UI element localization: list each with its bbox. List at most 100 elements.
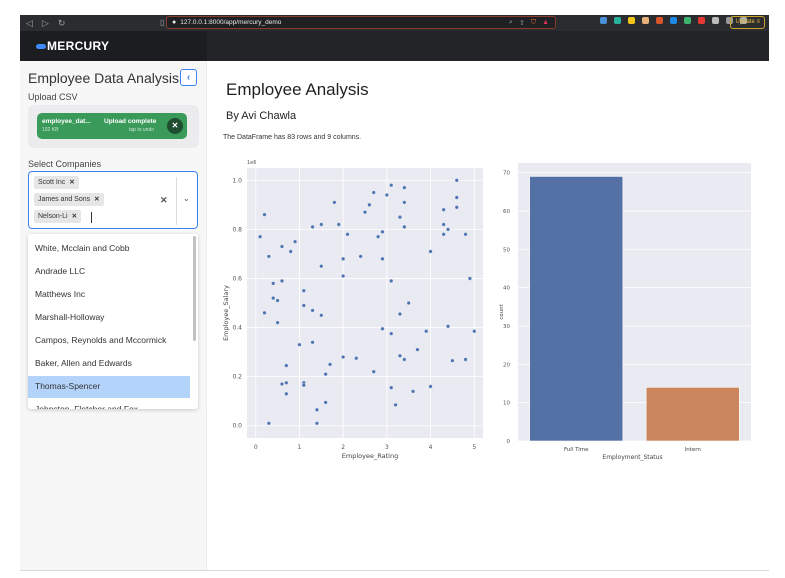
scatter-point [402, 224, 407, 229]
y-tick-label: 0 [507, 439, 511, 445]
scatter-point [428, 249, 433, 254]
clear-all-icon[interactable]: ✕ [160, 195, 168, 206]
address-bar[interactable]: ● 127.0.0.1:8000/app/mercury_demo ⌕ ⇧ ⛉ … [166, 16, 556, 29]
chip-remove-icon[interactable]: ✕ [94, 196, 99, 203]
chip-remove-icon[interactable]: ✕ [72, 213, 77, 220]
scatter-point [384, 193, 389, 197]
extension-icon[interactable] [684, 17, 691, 24]
option-item[interactable]: Marshall-Holloway [28, 307, 190, 329]
chevron-down-icon[interactable]: ⌄ [183, 194, 190, 203]
scatter-point [319, 264, 324, 269]
scatter-point [310, 224, 315, 229]
back-icon[interactable]: ◁ [26, 18, 33, 29]
scatter-point [280, 244, 284, 249]
y-tick-label: 20 [503, 362, 510, 368]
extension-icon[interactable] [670, 17, 677, 24]
dataframe-summary: The DataFrame has 83 rows and 9 columns. [223, 134, 362, 141]
scatter-point [301, 288, 306, 293]
select-companies-label: Select Companies [28, 159, 102, 169]
extension-icon[interactable] [656, 17, 663, 24]
extension-icon[interactable] [698, 17, 705, 24]
scatter-point [284, 380, 289, 385]
scatter-point [284, 363, 289, 368]
chip-label: James and Sons [38, 196, 91, 203]
scatter-point [371, 190, 376, 195]
plot-area [247, 168, 483, 438]
scatter-point [258, 234, 263, 239]
scatter-point [402, 185, 407, 190]
main-content: Employee Analysis By Avi Chawla The Data… [207, 61, 769, 571]
scatter-point [398, 353, 402, 358]
remove-file-button[interactable]: ✕ [167, 118, 183, 134]
option-item[interactable]: Matthews Inc [28, 284, 190, 306]
extension-icon[interactable] [712, 17, 719, 24]
extensions-bar [600, 17, 747, 24]
scatter-point [363, 210, 367, 215]
scatter-point [280, 382, 284, 386]
scatter-point [467, 276, 472, 281]
y-tick-label: 0.4 [232, 325, 242, 332]
collapse-sidebar-button[interactable]: ‹ [180, 69, 197, 86]
scatter-point [415, 347, 420, 352]
scatter-point [463, 357, 468, 362]
header-right [207, 31, 769, 61]
company-multiselect[interactable]: Scott Inc ✕ James and Sons ✕ Nelson-Li ✕ ✕ … [28, 171, 198, 229]
selected-chip: James and Sons ✕ [34, 193, 104, 206]
share-icon[interactable]: ⇧ [519, 19, 525, 27]
company-options-menu: White, Mcclain and Cobb Andrade LLC Matt… [28, 234, 198, 409]
scatter-point [271, 296, 276, 301]
scatter-point [293, 239, 298, 244]
chip-label: Scott Inc [38, 179, 66, 186]
scatter-point [301, 303, 306, 308]
option-item[interactable]: Baker, Allen and Edwards [28, 353, 190, 375]
forward-icon[interactable]: ▷ [42, 18, 49, 29]
scatter-point [301, 383, 306, 388]
scatter-point [450, 358, 455, 363]
option-item[interactable]: White, Mcclain and Cobb [28, 238, 190, 260]
brave-shield-icon[interactable]: ⛉ [531, 19, 536, 27]
update-label: Update [735, 19, 755, 25]
extension-icon[interactable] [628, 17, 635, 24]
page-bottom-border [20, 570, 769, 571]
scatter-point [454, 195, 459, 200]
dropdown-scrollbar[interactable] [193, 236, 196, 341]
page-title: Employee Analysis [226, 80, 369, 99]
extension-icon[interactable] [614, 17, 621, 24]
y-offset-label: 1e6 [247, 160, 256, 166]
bar [645, 387, 740, 442]
option-item-highlighted[interactable]: Thomas-Spencer [28, 376, 190, 398]
option-item[interactable]: Johnston, Fletcher and Fox [28, 399, 190, 409]
x-tick-label: 5 [472, 444, 476, 451]
scatter-point [280, 278, 284, 283]
y-tick-label: 30 [503, 324, 510, 330]
url-text: 127.0.0.1:8000/app/mercury_demo [180, 19, 282, 26]
browser-toolbar: ◁ ▷ ↻ ▯ ● 127.0.0.1:8000/app/mercury_dem… [20, 15, 769, 31]
scatter-point [446, 227, 450, 232]
x-tick-label: Intern [685, 447, 702, 453]
y-tick-label: 0.0 [232, 423, 242, 430]
mercury-logo[interactable]: MERCURY [36, 39, 109, 53]
y-tick-label: 70 [503, 171, 510, 177]
scatter-point [310, 308, 315, 313]
scatter-point [398, 215, 402, 220]
extension-icon[interactable] [600, 17, 607, 24]
scatter-point [288, 249, 293, 254]
file-upload-dropzone[interactable]: employee_dat... 102 KB Upload complete t… [28, 105, 199, 148]
update-button[interactable]: Update ≡ [730, 16, 765, 29]
extension-icon[interactable] [642, 17, 649, 24]
page-subtitle: By Avi Chawla [226, 110, 297, 122]
site-info-icon[interactable]: ● [172, 19, 176, 26]
zoom-icon[interactable]: ⌕ [509, 19, 513, 27]
brave-rewards-icon[interactable]: ▲ [542, 19, 549, 26]
bookmark-icon[interactable]: ▯ [160, 18, 164, 27]
scatter-point [441, 207, 446, 212]
scatter-point [472, 329, 477, 334]
option-item[interactable]: Andrade LLC [28, 261, 190, 283]
reload-icon[interactable]: ↻ [58, 18, 66, 29]
undo-hint[interactable]: tap to undo [129, 127, 154, 133]
chip-remove-icon[interactable]: ✕ [69, 179, 74, 186]
scatter-point [336, 222, 341, 227]
scatter-point [341, 274, 346, 278]
option-item[interactable]: Campos, Reynolds and Mccormick [28, 330, 190, 352]
y-tick-label: 60 [503, 209, 510, 215]
